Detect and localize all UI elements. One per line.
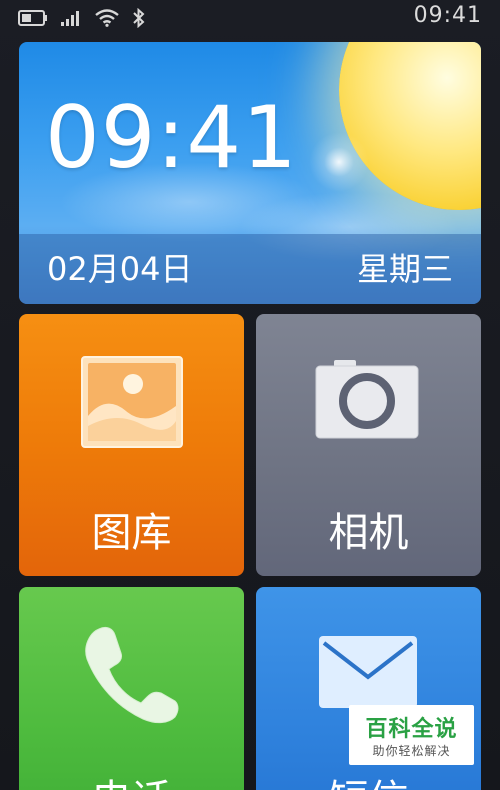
watermark-badge: 百科全说 助你轻松解决 <box>349 705 474 765</box>
app-phone[interactable]: 电话 <box>19 587 244 790</box>
sun-icon <box>339 42 481 210</box>
status-time: 09:41 <box>413 3 482 28</box>
clock-weather-widget[interactable]: 09:41 02月04日 星期三 <box>19 42 481 304</box>
app-label: 图库 <box>91 510 172 556</box>
clock-time: 09:41 <box>45 88 298 188</box>
wifi-icon <box>94 9 120 27</box>
phone-icon <box>81 623 181 729</box>
camera-icon <box>314 358 420 444</box>
signal-icon <box>60 9 82 27</box>
app-label: 电话 <box>19 767 244 790</box>
app-camera[interactable]: 相机 <box>256 314 481 576</box>
message-icon <box>318 635 418 713</box>
watermark-subtitle: 助你轻松解决 <box>372 744 451 758</box>
status-bar: 09:41 <box>0 0 500 36</box>
bluetooth-icon <box>132 8 146 28</box>
app-gallery[interactable]: 图库 <box>19 314 244 576</box>
battery-icon <box>18 10 48 26</box>
clock-weekday: 星期三 <box>356 250 453 288</box>
status-icons <box>18 8 146 28</box>
app-label: 相机 <box>328 510 409 556</box>
watermark-title: 百科全说 <box>365 717 458 742</box>
app-label: 短信 <box>256 767 481 790</box>
gallery-icon <box>81 356 183 452</box>
sun-flare <box>309 132 369 192</box>
clock-date: 02月04日 <box>47 250 193 288</box>
